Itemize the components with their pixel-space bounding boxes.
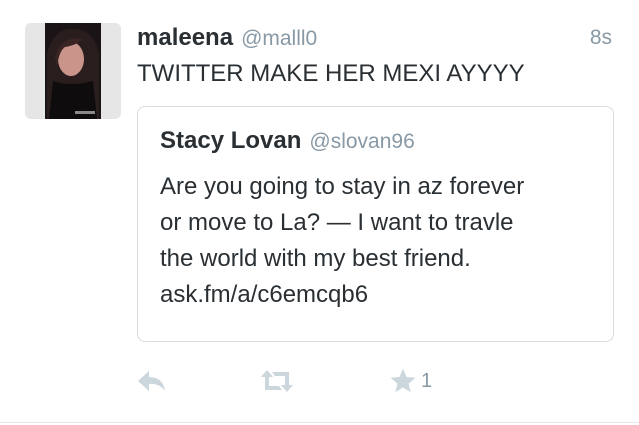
favorite-button[interactable]: 1 (389, 364, 432, 398)
quoted-text-line: the world with my best friend. (160, 245, 471, 272)
divider (0, 422, 639, 423)
quoted-tweet[interactable]: Stacy Lovan @slovan96 Are you going to st… (137, 106, 614, 342)
quoted-text-line: Are you going to stay in az forever (160, 173, 525, 200)
retweet-button[interactable] (259, 364, 295, 398)
quoted-text-line: or move to La? — I want to travle (160, 209, 514, 236)
author-name[interactable]: maleena (137, 24, 233, 51)
avatar-photo (25, 23, 121, 119)
quoted-tweet-header: Stacy Lovan @slovan96 (160, 127, 415, 155)
tweet-text: TWITTER MAKE HER MEXI AYYYY (137, 60, 525, 87)
author-handle[interactable]: @malll0 (241, 27, 317, 50)
avatar[interactable] (25, 23, 121, 119)
quoted-author-name: Stacy Lovan (160, 127, 302, 154)
timestamp[interactable]: 8s (590, 26, 612, 50)
reply-button[interactable] (137, 364, 167, 398)
tweet-actions: 1 (137, 364, 457, 400)
favorite-count: 1 (421, 369, 433, 392)
quoted-tweet-text: Are you going to stay in az forever or m… (160, 169, 600, 313)
retweet-icon (261, 370, 293, 392)
quoted-link[interactable]: ask.fm/a/c6emcqb6 (160, 277, 600, 313)
star-icon (390, 368, 416, 393)
tweet-header: maleena @malll0 (137, 24, 317, 51)
quoted-author-handle: @slovan96 (309, 130, 415, 153)
reply-icon (138, 371, 165, 391)
